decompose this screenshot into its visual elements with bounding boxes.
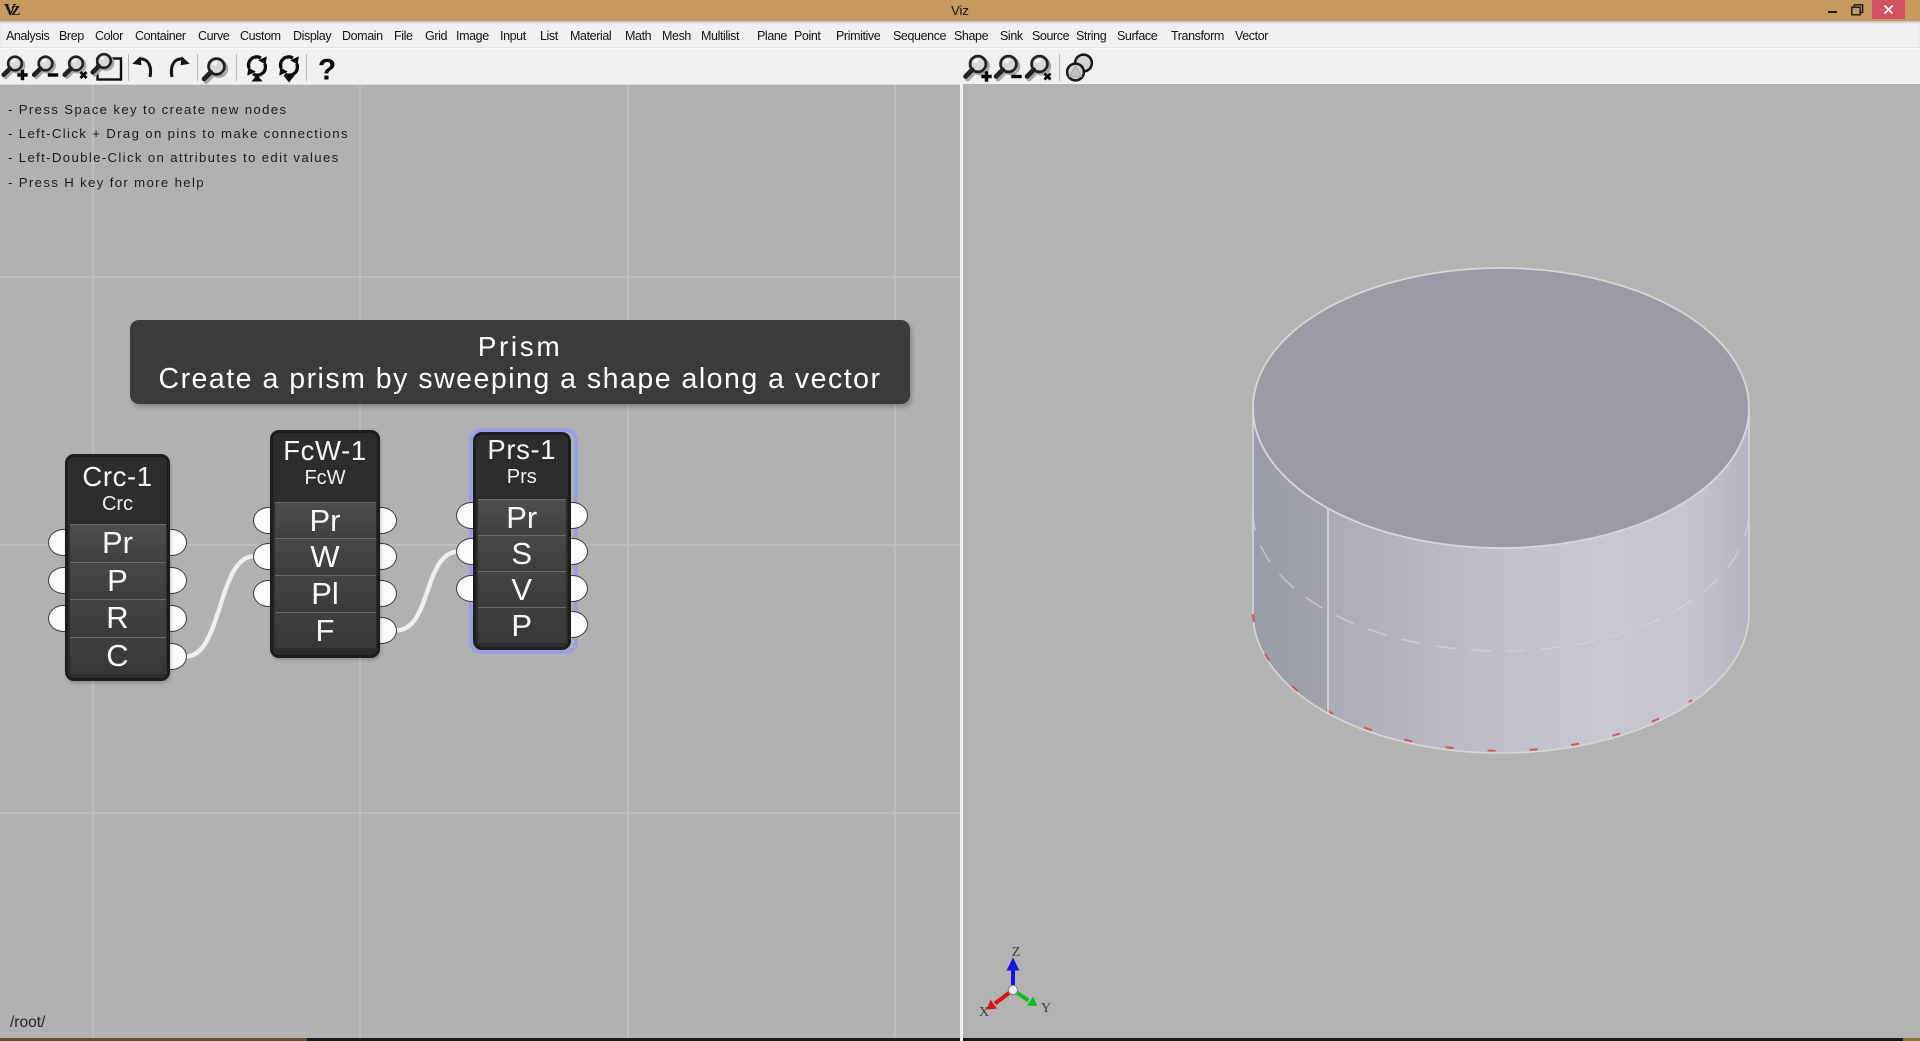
svg-text:Y: Y <box>1041 1001 1051 1016</box>
svg-text:X: X <box>979 1005 989 1020</box>
svg-text:Z: Z <box>1012 945 1021 960</box>
